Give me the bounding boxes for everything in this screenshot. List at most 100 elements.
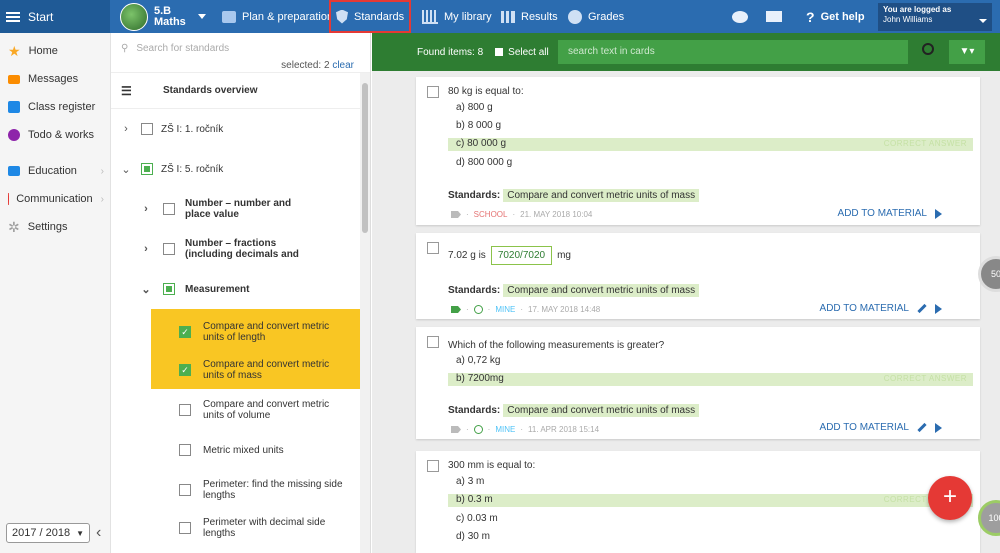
nav-results[interactable]: Results [501,0,558,33]
tree-item[interactable]: › Number – number and place value [111,189,370,229]
year-select[interactable]: 2017 / 2018 ▼ [6,523,91,543]
select-all-label: Select all [508,46,549,58]
card-checkbox[interactable] [427,460,439,472]
search-icon[interactable] [922,43,934,55]
tree-checkbox[interactable] [179,444,191,456]
bar-chart-icon [501,10,515,23]
standard-tag: Compare and convert metric units of mass [503,189,700,202]
option-letter: a) [456,355,465,366]
add-to-material-button[interactable]: ADD TO MATERIAL [820,422,942,433]
standards-overview[interactable]: ☰ Standards overview [111,73,370,109]
standards-label: Standards: [448,405,501,416]
card-checkbox[interactable] [427,86,439,98]
tree-label: Perimeter: find the missing side lengths [203,479,343,501]
sidebar-item-class-register[interactable]: Class register [0,93,110,121]
sidebar-item-communication[interactable]: Communication › [0,185,110,213]
pencil-icon[interactable] [917,303,927,314]
tree-checkbox[interactable] [179,404,191,416]
sidebar-item-settings[interactable]: ✲ Settings [0,213,110,241]
correct-answer-label: CORRECT ANSWER [883,139,967,148]
tree-item[interactable]: › ZŠ I: 1. ročník [111,109,370,149]
chat-button[interactable] [732,0,748,33]
answer-option: a) 800 g [448,102,973,115]
filter-button[interactable]: ▼▾ [949,40,985,64]
start-menu-button[interactable]: Start [0,0,110,33]
tree-label: Number – fractions (including decimals a… [185,238,299,260]
chevron-down-icon[interactable]: ⌄ [139,283,153,296]
add-to-material-button[interactable]: ADD TO MATERIAL [820,303,942,314]
question-card[interactable]: Which of the following measurements is g… [416,327,980,439]
tree-item[interactable]: ✓ Compare and convert metric units of ma… [179,353,353,387]
tree-checkbox[interactable] [163,243,175,255]
play-icon [935,422,942,433]
globe-icon [473,425,483,434]
checkmark-icon[interactable]: ✓ [179,326,191,338]
option-letter: d) [456,157,465,168]
sidebar-item-education[interactable]: Education › [0,157,110,185]
add-fab-button[interactable]: + [928,476,972,520]
card-meta: · SCHOOL · 21. MAY 2018 10:04 [451,210,592,219]
tree-item[interactable]: ⌄ Measurement [111,269,370,309]
standards-line: Standards: Compare and convert metric uni… [448,284,700,297]
scrollbar-thumb[interactable] [362,83,368,233]
chevron-right-icon[interactable]: › [119,123,133,135]
tree-label: Number – number and place value [185,198,292,220]
nav-plan-preparations[interactable]: Plan & preparations [222,0,339,33]
class-selector[interactable]: 5.B Maths [120,2,206,31]
meta-dot: · [520,425,524,434]
tree-checkbox[interactable] [179,484,191,496]
standards-search[interactable]: ⚲ Search for standards selected: 2 clear [111,33,370,73]
question-card[interactable]: 7.02 g is 7020/7020 mg Standards: Compare… [416,233,980,319]
tree-item[interactable]: ⌄ ZŠ I: 5. ročník [111,149,370,189]
clear-link[interactable]: clear [332,60,354,71]
option-letter: c) [456,513,465,524]
tree-checkbox[interactable] [179,522,191,534]
tag-icon [451,211,461,218]
user-menu[interactable]: You are logged as John Williams [878,3,992,31]
answer-option-correct: b) 0.3 m CORRECT ANSWER [448,494,973,507]
tree-item[interactable]: Compare and convert metric units of volu… [179,393,353,427]
chevron-right-icon[interactable]: › [139,203,153,215]
sidebar: ★ Home Messages Class register Todo & wo… [0,33,111,553]
plus-icon: + [942,483,957,510]
tree-item[interactable]: › Number – fractions (including decimals… [111,229,370,269]
checkmark-icon[interactable]: ✓ [179,364,191,376]
sidebar-item-messages[interactable]: Messages [0,65,110,93]
tree-checkbox[interactable] [141,123,153,135]
get-help-button[interactable]: ? Get help [806,0,865,33]
sidebar-item-todo[interactable]: Todo & works [0,121,110,149]
add-to-material-button[interactable]: ADD TO MATERIAL [838,208,942,219]
card-search-input[interactable]: search text in cards [558,40,908,64]
chevron-right-icon[interactable]: › [139,243,153,255]
question-card[interactable]: 300 mm is equal to: a) 3 m b) 0.3 m CORRE… [416,451,980,553]
mail-button[interactable] [766,0,782,33]
card-checkbox[interactable] [427,242,439,254]
tree-item[interactable]: Metric mixed units [179,433,353,467]
pencil-icon[interactable] [917,422,927,433]
chevron-down-icon[interactable]: ⌄ [119,163,133,176]
globe-icon [473,305,483,314]
card-checkbox[interactable] [427,336,439,348]
tree-checkbox[interactable] [163,283,175,295]
tree-item[interactable]: Perimeter with decimal side lengths [179,511,353,545]
tree-item[interactable]: ✓ Compare and convert metric units of le… [179,315,353,349]
nav-my-library[interactable]: My library [422,0,492,33]
tree-item[interactable]: Perimeter: find the missing side lengths [179,473,353,507]
tree-checkbox[interactable] [141,163,153,175]
meta-dot: · [466,210,469,219]
nav-standards[interactable]: Standards [329,0,412,33]
collapse-sidebar-icon[interactable]: ‹ [96,524,101,542]
todo-icon [8,129,20,141]
scrollbar[interactable] [360,73,370,553]
select-all-checkbox[interactable]: Select all [495,47,549,58]
nav-grades[interactable]: Grades [568,0,624,33]
selected-count: selected: 2 clear [281,60,354,71]
tree-checkbox[interactable] [163,203,175,215]
sidebar-item-label: Settings [27,221,68,233]
sidebar-item-home[interactable]: ★ Home [0,37,110,65]
question-card[interactable]: 80 kg is equal to: a) 800 g b) 8 000 g c… [416,77,980,225]
library-icon [422,9,438,24]
answer-option: b) 8 000 g [448,120,973,133]
nav-label: Standards [354,10,405,23]
card-meta: · · MINE · 11. APR 2018 15:14 [451,425,599,434]
